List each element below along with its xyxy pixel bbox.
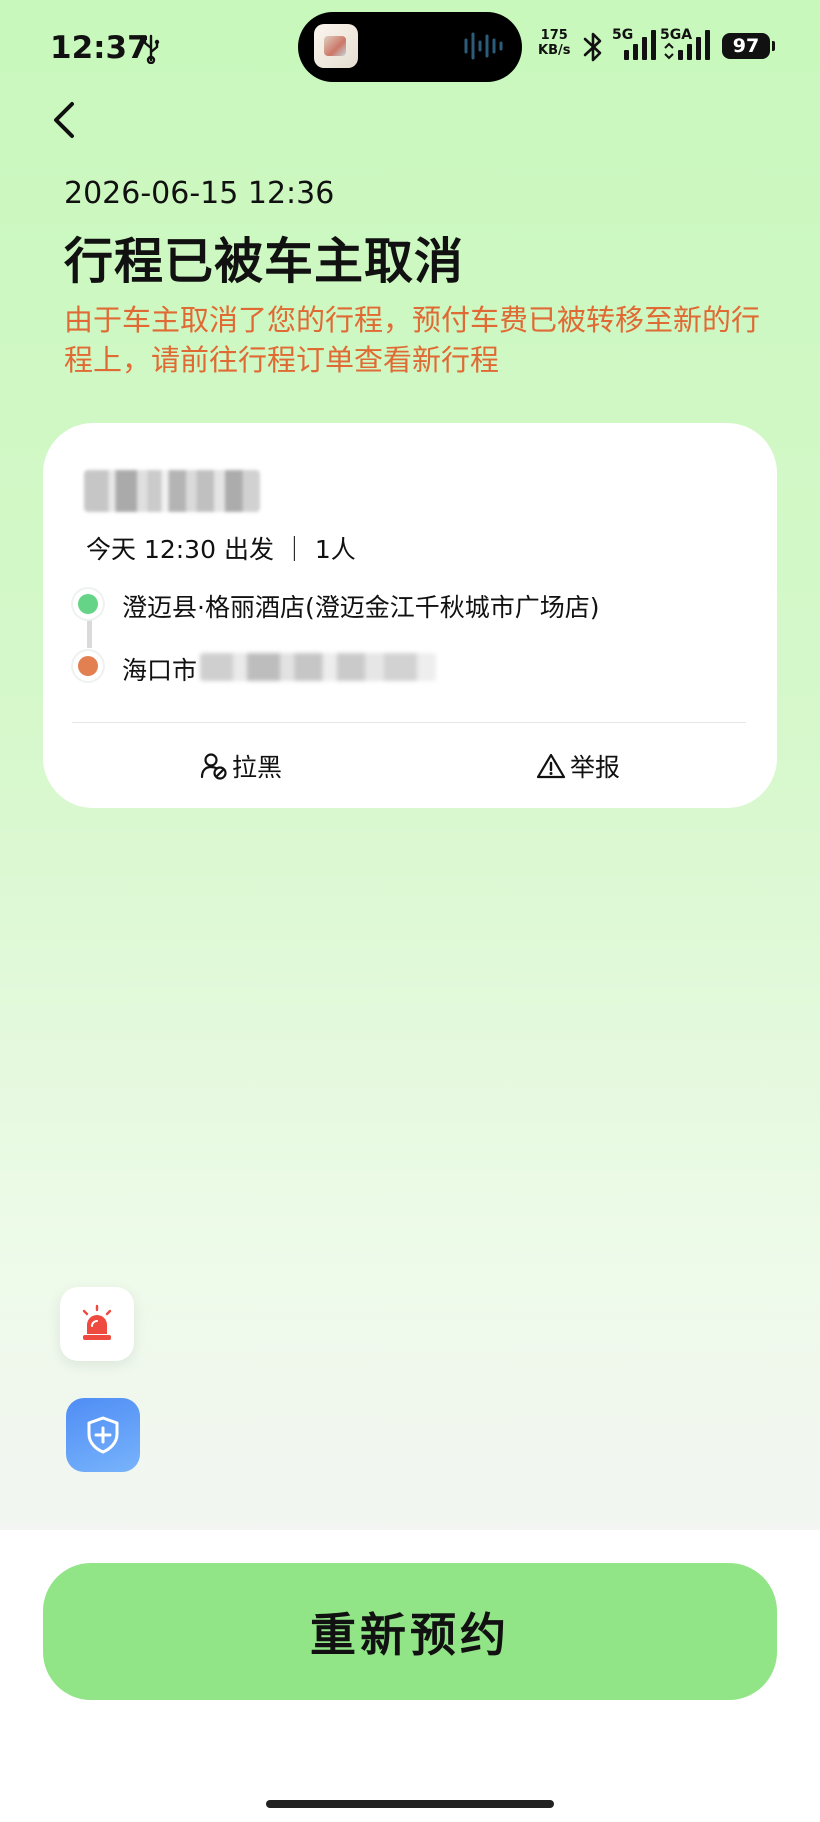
usb-icon — [143, 34, 160, 64]
end-address-redacted — [200, 653, 436, 681]
rebook-button[interactable]: 重新预约 — [43, 1563, 777, 1700]
back-button[interactable] — [44, 96, 88, 144]
start-address: 澄迈县·格丽酒店(澄迈金江千秋城市广场店) — [122, 593, 600, 622]
route-connector — [87, 620, 92, 648]
end-city: 海口市 — [122, 656, 198, 685]
block-button[interactable]: 拉黑 — [200, 746, 282, 786]
departure-info: 今天 12:30 出发 ｜ 1人 — [86, 535, 356, 564]
network-speed: 175 KB/s — [538, 28, 571, 58]
shield-plus-icon — [87, 1416, 119, 1454]
svg-text:5G: 5G — [612, 27, 633, 43]
alarm-light-icon — [82, 1304, 112, 1340]
safety-center-button[interactable] — [66, 1398, 140, 1472]
sos-alarm-button[interactable] — [60, 1287, 134, 1361]
audio-wave-icon — [464, 32, 503, 60]
svg-text:5GA: 5GA — [660, 27, 692, 43]
card-divider — [72, 722, 746, 723]
report-button[interactable]: 举报 — [536, 746, 620, 786]
status-time: 12:37 — [50, 30, 149, 66]
block-label: 拉黑 — [232, 753, 283, 782]
license-plate-redacted — [84, 470, 260, 512]
page-title: 行程已被车主取消 — [64, 233, 465, 290]
warning-icon — [536, 753, 566, 779]
start-point-dot — [78, 594, 98, 614]
island-app-icon[interactable] — [314, 24, 358, 68]
trip-datetime: 2026-06-15 12:36 — [64, 176, 335, 211]
bluetooth-icon — [583, 32, 602, 62]
cellular-signal-icon: 5G — [612, 27, 656, 60]
cancel-notice: 由于车主取消了您的行程，预付车费已被转移至新的行程上，请前往行程订单查看新行程 — [64, 303, 761, 377]
block-user-icon — [200, 753, 227, 780]
report-label: 举报 — [570, 753, 621, 782]
end-point-dot — [78, 656, 98, 676]
cellular-signal-2-icon: 5GA — [660, 27, 710, 60]
battery-indicator: 97 — [722, 33, 775, 59]
home-indicator[interactable] — [266, 1800, 554, 1808]
